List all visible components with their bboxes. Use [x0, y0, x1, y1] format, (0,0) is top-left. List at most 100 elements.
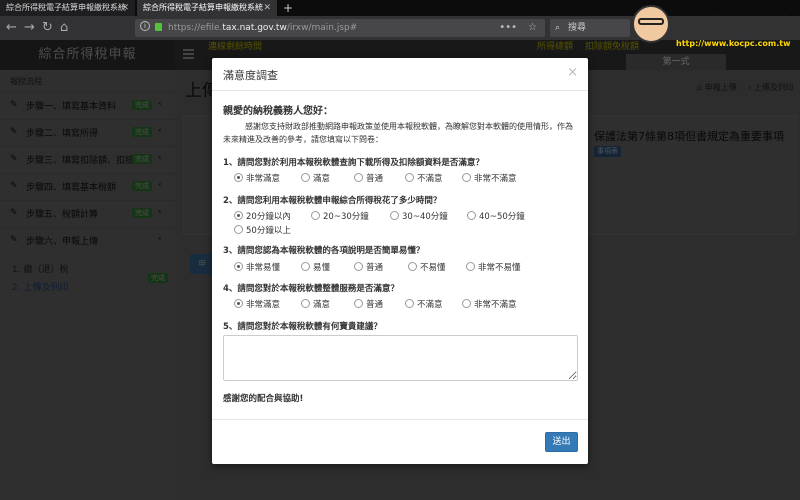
question-2: 2、請問您利用本報稅軟體申報綜合所得稅花了多少時間？ [223, 196, 442, 206]
radio-icon[interactable] [301, 173, 310, 182]
option-label: 非常易懂 [246, 263, 281, 273]
option-label: 普通 [366, 174, 384, 184]
url-domain: tax.nat.gov.tw [222, 23, 287, 33]
q2-option-5[interactable]: 50分鐘以上 [234, 224, 291, 236]
q1-option-5[interactable]: 非常不滿意 [462, 172, 517, 184]
modal-header: 滿意度調查 × [212, 58, 588, 91]
option-label: 不滿意 [417, 174, 443, 184]
option-label: 普通 [366, 300, 384, 310]
search-placeholder: 搜尋 [568, 23, 587, 33]
radio-icon[interactable] [354, 299, 363, 308]
radio-icon[interactable] [467, 211, 476, 220]
thanks-text: 感謝您的配合與協助! [223, 394, 304, 404]
satisfaction-survey-modal: 滿意度調查 × 親愛的納稅義務人您好： 感謝您支持財政部推動網路申報政策並使用本… [212, 58, 588, 464]
option-label: 非常滿意 [246, 300, 281, 310]
reload-icon[interactable]: ↻ [42, 20, 53, 36]
radio-selected-icon[interactable] [234, 211, 243, 220]
page-actions-icon[interactable]: ••• [499, 19, 517, 37]
option-label: 非常不滿意 [474, 174, 517, 184]
radio-icon[interactable] [408, 262, 417, 271]
radio-icon[interactable] [466, 262, 475, 271]
watermark-logo: 電腦王阿達 http://www.kocpc.com.tw [630, 3, 800, 51]
radio-icon[interactable] [354, 262, 363, 271]
q2-option-4[interactable]: 40~50分鐘 [467, 210, 525, 222]
q2-option-2[interactable]: 20~30分鐘 [311, 210, 369, 222]
search-icon: ⌕ [555, 23, 561, 33]
option-label: 非常滿意 [246, 174, 281, 184]
modal-footer-divider [212, 419, 588, 420]
new-tab-plus-icon[interactable]: + [283, 0, 293, 16]
option-label: 20~30分鐘 [323, 212, 369, 222]
q3-option-5[interactable]: 非常不易懂 [466, 261, 521, 273]
radio-selected-icon[interactable] [234, 262, 243, 271]
question-3: 3、請問您認為本報稅軟體的各項說明是否簡單易懂？ [223, 246, 425, 256]
q1-option-4[interactable]: 不滿意 [405, 172, 443, 184]
browser-tab-active[interactable]: 綜合所得稅電子結算申報繳稅系統 ✕ [137, 0, 277, 16]
search-input[interactable]: ⌕ 搜尋 [550, 19, 630, 37]
greeting: 親愛的納稅義務人您好： [223, 106, 333, 117]
q4-option-5[interactable]: 非常不滿意 [462, 298, 517, 310]
option-label: 普通 [366, 263, 384, 273]
q4-option-2[interactable]: 滿意 [301, 298, 330, 310]
q1-option-3[interactable]: 普通 [354, 172, 383, 184]
url-text: https://efile.tax.nat.gov.tw/irxw/main.j… [168, 19, 357, 37]
watermark-url: http://www.kocpc.com.tw [676, 39, 791, 48]
url-path: /irxw/main.jsp# [286, 23, 358, 33]
radio-icon[interactable] [462, 173, 471, 182]
option-label: 易懂 [313, 263, 331, 273]
option-label: 20分鐘以內 [246, 212, 291, 222]
address-bar[interactable]: i https://efile.tax.nat.gov.tw/irxw/main… [135, 19, 545, 37]
suggestion-textarea[interactable] [223, 335, 578, 381]
url-prefix: https://efile. [168, 23, 223, 33]
close-tab-icon[interactable]: ✕ [121, 0, 129, 16]
radio-icon[interactable] [405, 299, 414, 308]
q2-option-1[interactable]: 20分鐘以內 [234, 210, 291, 222]
close-icon[interactable]: × [567, 65, 578, 80]
radio-icon[interactable] [390, 211, 399, 220]
option-label: 滿意 [313, 174, 331, 184]
radio-icon[interactable] [354, 173, 363, 182]
intro-text: 感謝您支持財政部推動網路申報政策並使用本報稅軟體，為瞭解您對本軟體的使用情形，作… [223, 122, 573, 144]
option-label: 50分鐘以上 [246, 226, 291, 236]
radio-icon[interactable] [405, 173, 414, 182]
option-label: 滿意 [313, 300, 331, 310]
q3-option-2[interactable]: 易懂 [301, 261, 330, 273]
question-5: 5、請問您對於本報稅軟體有何寶貴建議？ [223, 322, 382, 332]
bookmark-star-icon[interactable]: ☆ [528, 19, 537, 37]
watermark-title: 電腦王阿達 [674, 16, 794, 43]
q3-option-4[interactable]: 不易懂 [408, 261, 446, 273]
radio-icon[interactable] [301, 262, 310, 271]
option-label: 40~50分鐘 [479, 212, 525, 222]
q1-option-1[interactable]: 非常滿意 [234, 172, 280, 184]
option-label: 非常不滿意 [474, 300, 517, 310]
q1-option-2[interactable]: 滿意 [301, 172, 330, 184]
option-label: 不易懂 [420, 263, 446, 273]
q4-option-1[interactable]: 非常滿意 [234, 298, 280, 310]
radio-icon[interactable] [462, 299, 471, 308]
tab-label: 綜合所得稅電子結算申報繳稅系統 [143, 3, 263, 12]
radio-icon[interactable] [311, 211, 320, 220]
q3-option-3[interactable]: 普通 [354, 261, 383, 273]
submit-button[interactable]: 送出 [545, 432, 578, 452]
option-label: 不滿意 [417, 300, 443, 310]
q2-option-3[interactable]: 30~40分鐘 [390, 210, 448, 222]
forward-arrow-icon[interactable]: → [24, 20, 35, 36]
tab-label: 綜合所得稅電子結算申報繳稅系統 [6, 3, 126, 12]
home-icon[interactable]: ⌂ [60, 20, 68, 36]
option-label: 非常不易懂 [478, 263, 521, 273]
info-icon[interactable]: i [140, 21, 150, 31]
lock-icon [155, 23, 162, 31]
radio-icon[interactable] [301, 299, 310, 308]
browser-tab[interactable]: 綜合所得稅電子結算申報繳稅系統 ✕ [0, 0, 135, 16]
q4-option-4[interactable]: 不滿意 [405, 298, 443, 310]
q3-option-1[interactable]: 非常易懂 [234, 261, 280, 273]
radio-selected-icon[interactable] [234, 173, 243, 182]
modal-title: 滿意度調查 [223, 69, 278, 82]
radio-icon[interactable] [234, 225, 243, 234]
question-1: 1、請問您對於利用本報稅軟體查詢下載所得及扣除額資料是否滿意？ [223, 158, 484, 168]
back-arrow-icon[interactable]: ← [6, 20, 17, 36]
close-tab-icon[interactable]: ✕ [263, 0, 271, 16]
q4-option-3[interactable]: 普通 [354, 298, 383, 310]
radio-selected-icon[interactable] [234, 299, 243, 308]
option-label: 30~40分鐘 [402, 212, 448, 222]
